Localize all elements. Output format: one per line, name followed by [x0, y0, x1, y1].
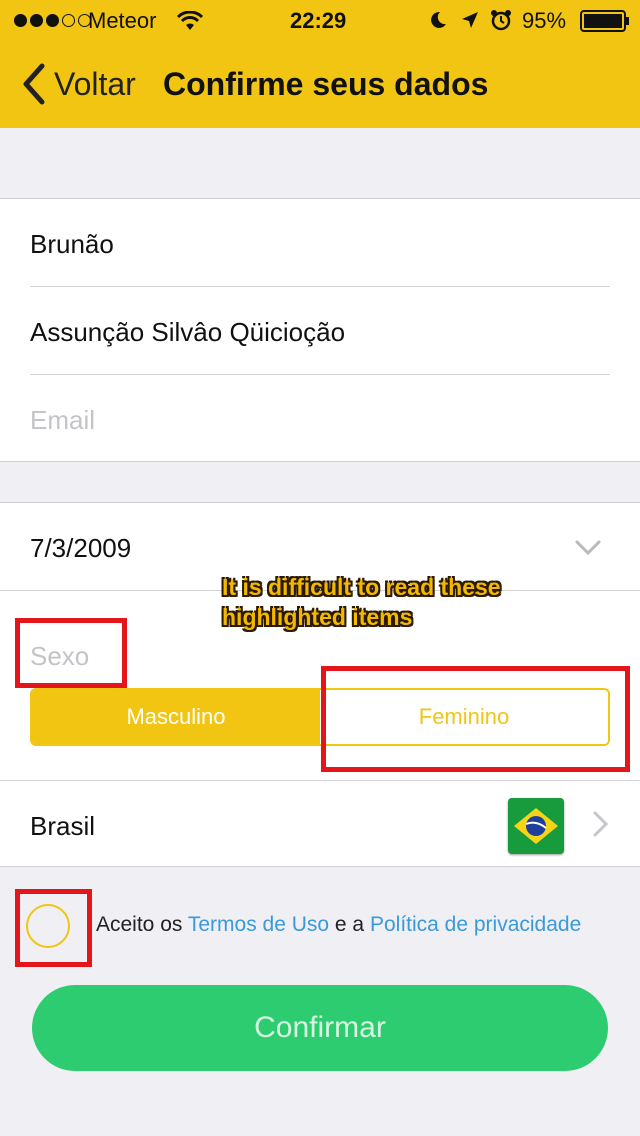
personal-info-group: Brunão Assunção Silvâo Qüicioção Email	[0, 198, 640, 462]
confirm-button[interactable]: Confirmar	[32, 985, 608, 1071]
back-button-label: Voltar	[54, 66, 136, 102]
terms-middle: e a	[334, 913, 365, 936]
annotation-note: It is difficult to read these highlighte…	[222, 572, 501, 632]
annotation-line-2: highlighted items	[222, 604, 413, 630]
navigation-bar: Voltar Confirme seus dados	[0, 40, 640, 128]
divider	[30, 286, 610, 287]
signal-strength-icon	[14, 14, 91, 27]
email-field[interactable]: Email	[30, 405, 610, 436]
clock: 22:29	[290, 8, 347, 33]
birth-date-value: 7/3/2009	[30, 533, 132, 563]
wifi-icon	[176, 11, 204, 30]
battery-percent: 95%	[522, 8, 567, 33]
terms-prefix: Aceito os	[96, 913, 183, 936]
battery-icon	[580, 10, 629, 32]
moon-icon	[431, 11, 446, 28]
highlight-box-checkbox	[15, 889, 92, 967]
first-name-field[interactable]: Brunão	[30, 229, 610, 260]
divider	[0, 780, 640, 781]
sex-option-male[interactable]: Masculino	[32, 690, 320, 744]
annotation-line-1: It is difficult to read these	[222, 574, 501, 600]
alarm-icon	[491, 10, 511, 31]
carrier-label: Meteor	[88, 8, 157, 33]
highlight-box-female	[321, 666, 630, 772]
divider	[30, 374, 610, 375]
location-icon	[462, 12, 478, 28]
page-title: Confirme seus dados	[163, 66, 489, 102]
chevron-right-icon	[593, 811, 609, 837]
chevron-left-icon	[23, 63, 45, 105]
status-bar: Meteor 22:29 95%	[0, 0, 640, 40]
highlight-box-sex	[15, 618, 127, 688]
terms-text: Aceito os Termos de Uso e a Política de …	[96, 913, 581, 937]
chevron-down-icon	[575, 540, 601, 556]
privacy-policy-link[interactable]: Política de privacidade	[370, 913, 581, 936]
terms-of-use-link[interactable]: Termos de Uso	[188, 913, 329, 936]
last-name-field[interactable]: Assunção Silvâo Qüicioção	[30, 317, 610, 348]
brazil-flag-icon	[508, 798, 564, 854]
